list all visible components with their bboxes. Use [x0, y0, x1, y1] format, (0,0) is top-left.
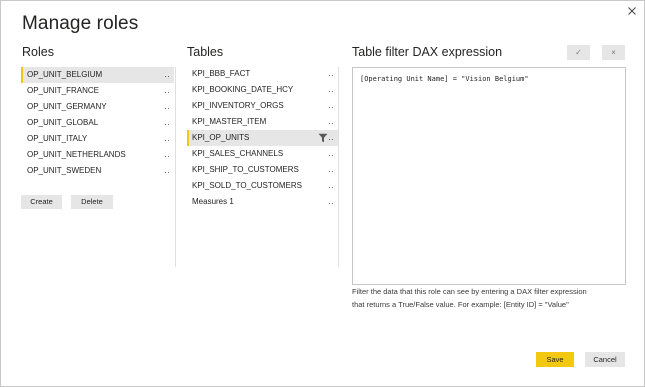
dax-help-line-1: Filter the data that this role can see b…	[352, 287, 587, 296]
table-more-options-icon[interactable]: ..	[329, 146, 334, 162]
role-item-op-unit-sweden[interactable]: OP_UNIT_SWEDEN ..	[21, 163, 174, 179]
role-item-label: OP_UNIT_FRANCE	[27, 86, 100, 95]
filter-icon	[318, 133, 328, 143]
manage-roles-dialog: Manage roles Roles Tables Table filter D…	[0, 0, 645, 387]
table-item-kpi-bbb-fact[interactable]: KPI_BBB_FACT ..	[187, 66, 338, 82]
dialog-title: Manage roles	[22, 13, 139, 34]
discard-icon[interactable]: ×	[602, 45, 625, 60]
dax-help-text: Filter the data that this role can see b…	[352, 286, 630, 311]
table-item-kpi-master-item[interactable]: KPI_MASTER_ITEM ..	[187, 114, 338, 130]
role-item-label: OP_UNIT_ITALY	[27, 134, 88, 143]
role-more-options-icon[interactable]: ..	[165, 67, 170, 83]
role-more-options-icon[interactable]: ..	[165, 163, 170, 179]
table-more-options-icon[interactable]: ..	[329, 98, 334, 114]
delete-role-button[interactable]: Delete	[71, 195, 113, 209]
table-item-label: KPI_BBB_FACT	[192, 69, 251, 78]
role-item-op-unit-germany[interactable]: OP_UNIT_GERMANY ..	[21, 99, 174, 115]
table-more-options-icon[interactable]: ..	[329, 194, 334, 210]
role-item-op-unit-belgium[interactable]: OP_UNIT_BELGIUM ..	[21, 67, 174, 83]
role-more-options-icon[interactable]: ..	[165, 147, 170, 163]
table-item-label: KPI_SALES_CHANNELS	[192, 149, 284, 158]
table-item-kpi-ship-to-customers[interactable]: KPI_SHIP_TO_CUSTOMERS ..	[187, 162, 338, 178]
table-more-options-icon[interactable]: ..	[329, 178, 334, 194]
table-item-label: KPI_MASTER_ITEM	[192, 117, 267, 126]
table-item-label: KPI_OP_UNITS	[192, 133, 250, 142]
role-item-label: OP_UNIT_GERMANY	[27, 102, 107, 111]
table-item-label: Measures 1	[192, 197, 234, 206]
cancel-button[interactable]: Cancel	[585, 352, 625, 367]
create-role-button[interactable]: Create	[21, 195, 62, 209]
table-item-label: KPI_BOOKING_DATE_HCY	[192, 85, 294, 94]
table-more-options-icon[interactable]: ..	[329, 162, 334, 178]
save-button[interactable]: Save	[536, 352, 574, 367]
role-item-op-unit-france[interactable]: OP_UNIT_FRANCE ..	[21, 83, 174, 99]
role-more-options-icon[interactable]: ..	[165, 115, 170, 131]
table-item-label: KPI_INVENTORY_ORGS	[192, 101, 284, 110]
table-more-options-icon[interactable]: ..	[329, 130, 334, 146]
check-icon[interactable]: ✓	[567, 45, 590, 60]
table-item-kpi-sold-to-customers[interactable]: KPI_SOLD_TO_CUSTOMERS ..	[187, 178, 338, 194]
table-item-measures-1[interactable]: Measures 1 ..	[187, 194, 338, 210]
table-more-options-icon[interactable]: ..	[329, 66, 334, 82]
table-item-kpi-op-units[interactable]: KPI_OP_UNITS ..	[187, 130, 338, 146]
table-more-options-icon[interactable]: ..	[329, 82, 334, 98]
table-item-label: KPI_SHIP_TO_CUSTOMERS	[192, 165, 299, 174]
role-item-op-unit-italy[interactable]: OP_UNIT_ITALY ..	[21, 131, 174, 147]
dax-help-line-2: that returns a True/False value. For exa…	[352, 299, 569, 309]
dax-expression-header: Table filter DAX expression	[352, 45, 503, 59]
role-more-options-icon[interactable]: ..	[165, 83, 170, 99]
role-item-op-unit-global[interactable]: OP_UNIT_GLOBAL ..	[21, 115, 174, 131]
table-item-kpi-inventory-orgs[interactable]: KPI_INVENTORY_ORGS ..	[187, 98, 338, 114]
close-icon[interactable]	[625, 4, 639, 18]
table-item-kpi-sales-channels[interactable]: KPI_SALES_CHANNELS ..	[187, 146, 338, 162]
role-item-label: OP_UNIT_GLOBAL	[27, 118, 99, 127]
role-item-label: OP_UNIT_BELGIUM	[27, 70, 103, 79]
table-more-options-icon[interactable]: ..	[329, 114, 334, 130]
table-item-label: KPI_SOLD_TO_CUSTOMERS	[192, 181, 302, 190]
tables-list: KPI_BBB_FACT .. KPI_BOOKING_DATE_HCY .. …	[187, 66, 338, 210]
role-item-label: OP_UNIT_SWEDEN	[27, 166, 102, 175]
role-more-options-icon[interactable]: ..	[165, 131, 170, 147]
column-divider	[338, 67, 339, 267]
role-item-op-unit-netherlands[interactable]: OP_UNIT_NETHERLANDS ..	[21, 147, 174, 163]
roles-list: OP_UNIT_BELGIUM .. OP_UNIT_FRANCE .. OP_…	[21, 67, 174, 179]
role-item-label: OP_UNIT_NETHERLANDS	[27, 150, 126, 159]
column-divider	[175, 67, 176, 267]
role-more-options-icon[interactable]: ..	[165, 99, 170, 115]
dax-expression-editor[interactable]: [Operating Unit Name] = "Vision Belgium"	[352, 67, 626, 285]
tables-header: Tables	[187, 45, 224, 59]
table-item-kpi-booking-date-hcy[interactable]: KPI_BOOKING_DATE_HCY ..	[187, 82, 338, 98]
roles-header: Roles	[22, 45, 54, 59]
